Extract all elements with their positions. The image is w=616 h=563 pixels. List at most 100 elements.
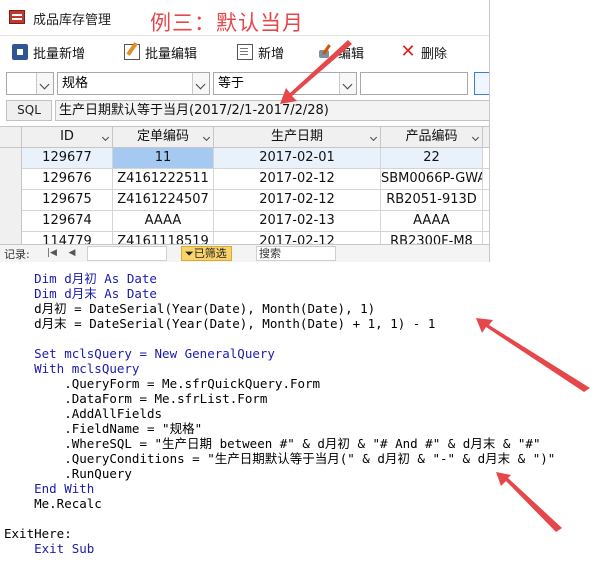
new-record-icon	[237, 44, 253, 60]
table-row[interactable]: 129676 Z4161222511 2017-02-12 SBM0066P-G…	[0, 169, 489, 190]
row-selector[interactable]	[0, 169, 22, 190]
batch-add-button[interactable]: 批量新增	[12, 41, 85, 63]
delete-label: 删除	[421, 46, 448, 62]
column-header-label: ID	[60, 129, 74, 144]
edit-label: 编辑	[338, 46, 365, 62]
batch-edit-button[interactable]: 批量编辑	[124, 41, 197, 63]
cell-order-code[interactable]: Z4161222511	[113, 169, 214, 189]
cell-production-date[interactable]: 2017-02-01	[214, 148, 381, 168]
code-line: Dim d月末 As Date	[4, 286, 157, 301]
delete-x-icon: ✕	[400, 41, 416, 62]
record-navigation-bar: 记录: |◀ ◀ ⏷已筛选 搜索	[0, 244, 489, 262]
field-select-value: 规格	[62, 76, 89, 91]
sort-arrow-icon[interactable]	[369, 133, 378, 142]
cell-id[interactable]: 129677	[22, 148, 113, 168]
sort-arrow-icon[interactable]	[101, 133, 110, 142]
access-form-window: 成品库存管理 例三：默认当月 批量新增 批量编辑 新增 编辑 ✕ 删除 规格 等…	[0, 0, 490, 262]
cell-product-code[interactable]: RB2051-913D	[381, 190, 483, 210]
code-line: With mclsQuery	[4, 361, 140, 376]
chevron-down-icon[interactable]	[339, 73, 356, 94]
batch-add-label: 批量新增	[33, 46, 86, 62]
column-header-order-code[interactable]: 定单编码	[113, 127, 214, 147]
code-line: .WhereSQL = "生产日期 between #" & d月初 & "# …	[4, 436, 541, 451]
sql-row: SQL 生产日期默认等于当月(2017/2/1-2017/2/28)	[0, 100, 489, 122]
sort-arrow-icon[interactable]	[471, 133, 480, 142]
cell-order-code[interactable]: Z4161118519	[113, 232, 214, 244]
grid-header: ID 定单编码 生产日期 产品编码	[0, 127, 489, 148]
cell-production-date[interactable]: 2017-02-12	[214, 169, 381, 189]
code-line: Exit Sub	[4, 541, 95, 556]
code-line: ExitHere:	[4, 526, 72, 541]
add-label: 新增	[258, 46, 285, 62]
cell-id[interactable]: 114779	[22, 232, 113, 244]
sql-button[interactable]: SQL	[6, 100, 52, 121]
row-selector[interactable]	[0, 148, 22, 169]
table-row[interactable]: 129674 AAAA 2017-02-13 AAAA	[0, 211, 489, 232]
cell-order-code[interactable]: Z4161224507	[113, 190, 214, 210]
add-button[interactable]: 新增	[237, 41, 284, 63]
row-selector-header[interactable]	[0, 127, 22, 147]
operator-select[interactable]: 等于	[213, 72, 357, 95]
edit-button[interactable]: 编辑	[317, 41, 364, 63]
filtered-toggle[interactable]: ⏷已筛选	[181, 246, 232, 261]
cell-id[interactable]: 129676	[22, 169, 113, 189]
code-line: .AddAllFields	[4, 406, 163, 421]
column-header-label: 生产日期	[270, 129, 323, 144]
query-conditions-text: 生产日期默认等于当月(2017/2/1-2017/2/28)	[55, 100, 489, 121]
quick-query-row: 规格 等于	[0, 72, 489, 96]
table-row[interactable]: 114779 Z4161118519 2017-02-12 RB2300F-M8	[0, 232, 489, 244]
code-line: Me.Recalc	[4, 496, 102, 511]
cell-product-code[interactable]: SBM0066P-GWA	[381, 169, 483, 189]
cell-production-date[interactable]: 2017-02-13	[214, 211, 381, 231]
current-record-box[interactable]	[87, 246, 167, 261]
code-line: .DataForm = Me.sfrList.Form	[4, 391, 268, 406]
sort-arrow-icon[interactable]	[202, 133, 211, 142]
previous-record-icon[interactable]: ◀	[66, 247, 78, 259]
row-selector[interactable]	[0, 232, 22, 244]
cell-order-code[interactable]: 11	[113, 148, 214, 168]
search-input[interactable]: 搜索	[256, 246, 336, 261]
code-line: Dim d月初 As Date	[4, 271, 157, 286]
delete-button[interactable]: ✕ 删除	[400, 41, 447, 63]
form-tab-title[interactable]: 成品库存管理	[33, 9, 111, 28]
cell-id[interactable]: 129674	[22, 211, 113, 231]
vba-code-panel: Dim d月初 As Date Dim d月末 As Date d月初 = Da…	[0, 266, 616, 563]
operator-select-value: 等于	[218, 76, 245, 91]
column-header-label: 定单编码	[136, 129, 189, 144]
annotation-label: 例三：默认当月	[150, 11, 304, 35]
cell-product-code[interactable]: RB2300F-M8	[381, 232, 483, 244]
query-button[interactable]	[474, 72, 489, 95]
cell-order-code[interactable]: AAAA	[113, 211, 214, 231]
batch-edit-icon	[124, 44, 140, 60]
cell-product-code[interactable]: 22	[381, 148, 483, 168]
filter-funnel-icon: ⏷	[185, 247, 194, 260]
row-selector[interactable]	[0, 190, 22, 211]
column-header-production-date[interactable]: 生产日期	[214, 127, 381, 147]
column-header-id[interactable]: ID	[22, 127, 113, 147]
cell-production-date[interactable]: 2017-02-12	[214, 232, 381, 244]
filtered-label: 已筛选	[193, 247, 227, 260]
cell-product-code[interactable]: AAAA	[381, 211, 483, 231]
code-line: .RunQuery	[4, 466, 132, 481]
chevron-down-icon[interactable]	[36, 73, 53, 94]
code-line: .QueryForm = Me.sfrQuickQuery.Form	[4, 376, 321, 391]
cell-id[interactable]: 129675	[22, 190, 113, 210]
value-input[interactable]	[360, 72, 468, 95]
table-row[interactable]: 129677 11 2017-02-01 22	[0, 148, 489, 169]
code-line: End With	[4, 481, 95, 496]
datasheet-grid: ID 定单编码 生产日期 产品编码 129677 11 2017-02-01 2…	[0, 126, 489, 244]
table-row[interactable]: 129675 Z4161224507 2017-02-12 RB2051-913…	[0, 190, 489, 211]
title-bar: 成品库存管理 例三：默认当月	[0, 0, 489, 36]
batch-add-icon	[12, 44, 28, 60]
edit-icon	[317, 44, 333, 60]
code-line: Set mclsQuery = New GeneralQuery	[4, 346, 275, 361]
toolbar: 批量新增 批量编辑 新增 编辑 ✕ 删除	[0, 38, 489, 66]
cell-production-date[interactable]: 2017-02-12	[214, 190, 381, 210]
field-select[interactable]: 规格	[57, 72, 210, 95]
chevron-down-icon[interactable]	[192, 73, 209, 94]
column-header-product-code[interactable]: 产品编码	[381, 127, 483, 147]
first-record-icon[interactable]: |◀	[46, 247, 58, 259]
logic-select[interactable]	[6, 72, 54, 95]
form-icon	[9, 10, 25, 24]
row-selector[interactable]	[0, 211, 22, 232]
